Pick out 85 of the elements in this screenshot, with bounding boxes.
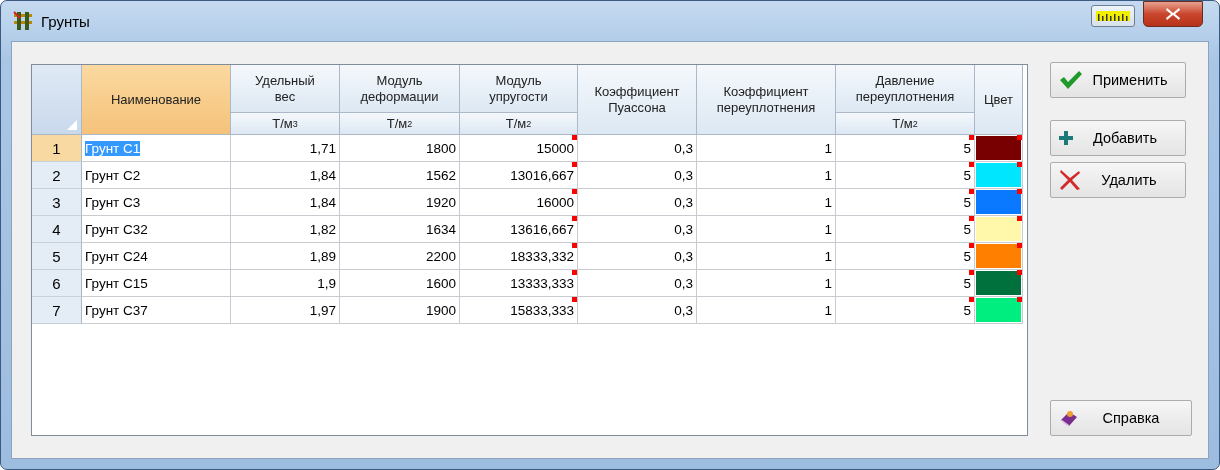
table-cell[interactable]: 2200 [340,243,460,270]
color-swatch[interactable] [976,190,1021,214]
row-header[interactable]: 5 [32,243,82,270]
table-cell[interactable]: Грунт С15 [82,270,231,297]
table-cell[interactable]: 15000 [460,135,578,162]
table-cell[interactable]: Грунт С37 [82,297,231,324]
column-header[interactable]: Модуль упругости [460,65,578,113]
color-swatch[interactable] [976,244,1021,268]
column-header[interactable]: Давление переуплотнения [836,65,975,113]
table-cell[interactable]: 1920 [340,189,460,216]
table-cell[interactable]: 1900 [340,297,460,324]
row-header[interactable]: 6 [32,270,82,297]
table-cell[interactable]: 0,3 [578,297,697,324]
table-cell[interactable]: 0,3 [578,216,697,243]
row-header[interactable]: 7 [32,297,82,324]
table-cell[interactable]: 1562 [340,162,460,189]
table-cell[interactable]: 1 [697,270,836,297]
row-header[interactable]: 2 [32,162,82,189]
table-cell[interactable]: 1600 [340,270,460,297]
column-header[interactable]: Цвет [975,65,1023,135]
table-cell[interactable]: 0,3 [578,189,697,216]
table-cell[interactable]: 1634 [340,216,460,243]
table-cell[interactable]: 1 [697,135,836,162]
table-cell[interactable]: 1800 [340,135,460,162]
cross-icon [1059,169,1081,191]
row-header[interactable]: 1 [32,135,82,162]
table-cell[interactable]: 1,89 [231,243,340,270]
table-cell[interactable]: 0,3 [578,270,697,297]
table-cell[interactable]: 13616,667 [460,216,578,243]
color-swatch[interactable] [976,271,1021,295]
table-cell[interactable]: Грунт С2 [82,162,231,189]
table-cell[interactable]: 1 [697,189,836,216]
column-header[interactable]: Наименование [82,65,231,135]
table-cell[interactable]: 0,3 [578,162,697,189]
apply-button[interactable]: Применить [1050,62,1186,98]
table-cell[interactable]: 15833,333 [460,297,578,324]
table-cell[interactable]: 0,3 [578,135,697,162]
help-button[interactable]: Справка [1050,400,1192,436]
window-title: Грунты [41,12,91,30]
color-swatch[interactable] [976,163,1021,187]
column-header[interactable]: Коэффициент Пуассона [578,65,697,135]
close-icon [1165,7,1181,21]
table-cell[interactable]: Грунт С3 [82,189,231,216]
table-cell[interactable]: 1,71 [231,135,340,162]
book-icon [1059,408,1079,428]
color-swatch[interactable] [976,217,1021,241]
column-header[interactable]: Коэффициент переуплотнения [697,65,836,135]
close-button[interactable] [1143,1,1203,27]
color-swatch[interactable] [976,136,1021,160]
plus-icon [1059,131,1073,145]
table-cell[interactable]: 1 [697,243,836,270]
table-cell[interactable]: Грунт С32 [82,216,231,243]
app-icon [13,11,33,31]
table-cell[interactable]: 18333,332 [460,243,578,270]
color-swatch[interactable] [976,298,1021,322]
table-cell[interactable]: 1,84 [231,162,340,189]
row-header[interactable]: 4 [32,216,82,243]
table-cell[interactable]: 1,84 [231,189,340,216]
table-cell[interactable]: 13333,333 [460,270,578,297]
delete-button[interactable]: Удалить [1050,162,1186,198]
table-cell[interactable]: 5 [836,297,975,324]
table-cell[interactable]: Грунт С24 [82,243,231,270]
table-cell[interactable]: 5 [836,189,975,216]
table-cell[interactable]: 1 [697,216,836,243]
table-cell[interactable]: 1,82 [231,216,340,243]
table-cell[interactable]: 13016,667 [460,162,578,189]
column-header[interactable]: Удельный вес [231,65,340,113]
table-cell[interactable]: 16000 [460,189,578,216]
check-icon [1059,70,1083,90]
row-header[interactable]: 3 [32,189,82,216]
table-cell[interactable]: 1,9 [231,270,340,297]
add-button[interactable]: Добавить [1050,120,1186,156]
table-cell[interactable]: 1 [697,297,836,324]
table-cell[interactable]: 5 [836,270,975,297]
corner-icon [67,120,77,130]
column-header[interactable]: Модуль деформации [340,65,460,113]
table-cell[interactable]: 5 [836,216,975,243]
table-cell[interactable]: 1,97 [231,297,340,324]
ruler-button[interactable] [1091,5,1135,27]
table-cell[interactable]: 0,3 [578,243,697,270]
table-cell[interactable]: 5 [836,243,975,270]
table-cell[interactable]: 5 [836,162,975,189]
table-cell[interactable]: 5 [836,135,975,162]
table-cell[interactable]: 1 [697,162,836,189]
ruler-icon [1096,11,1130,21]
